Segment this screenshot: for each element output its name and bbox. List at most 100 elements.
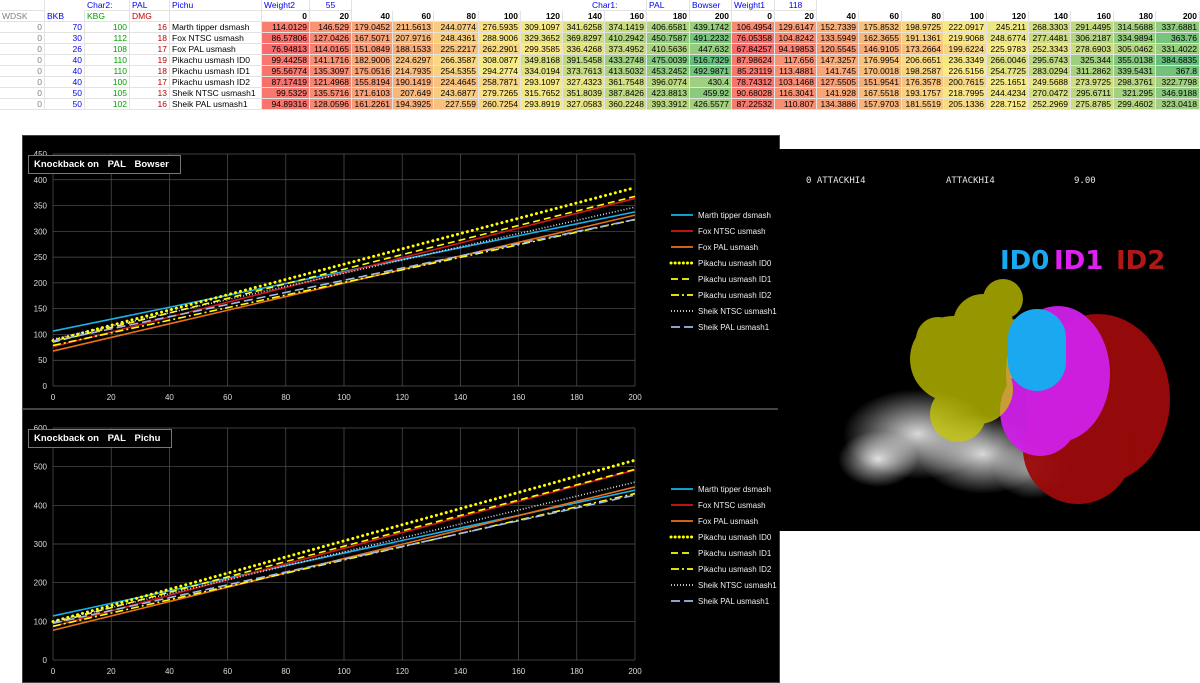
cell-pichu-kb[interactable]: 94.89316 (262, 99, 310, 110)
cell-pichu-kb[interactable]: 308.0877 (479, 55, 521, 66)
cell-pichu-kb[interactable]: 276.5935 (479, 22, 521, 33)
cell-move-name[interactable]: Pikachu usmash ID2 (170, 77, 262, 88)
header-bowser-percent[interactable]: 40 (817, 11, 859, 22)
cell-pichu-kb[interactable]: 244.0774 (434, 22, 479, 33)
cell-bowser-kb[interactable]: 157.9703 (859, 99, 902, 110)
cell-bowser-kb[interactable]: 367.8 (1156, 66, 1200, 77)
cell-pichu-kb[interactable]: 315.7652 (521, 88, 563, 99)
cell-bowser-kb[interactable]: 275.8785 (1071, 99, 1114, 110)
cell-pichu-kb[interactable]: 329.3652 (521, 33, 563, 44)
cell-bowser-kb[interactable]: 270.0472 (1029, 88, 1071, 99)
cell-pichu-kb[interactable]: 262.2901 (479, 44, 521, 55)
cell-bowser-kb[interactable]: 322.7798 (1156, 77, 1200, 88)
cell-bowser-kb[interactable]: 151.9541 (859, 77, 902, 88)
cell-pichu-kb[interactable]: 175.0516 (352, 66, 393, 77)
header-kbg[interactable]: KBG (85, 11, 130, 22)
cell-pichu-kb[interactable]: 224.6297 (393, 55, 434, 66)
cell-pichu-kb[interactable]: 127.0426 (310, 33, 352, 44)
header-bowser-percent[interactable]: 180 (1114, 11, 1156, 22)
cell-pichu-kb[interactable]: 361.7548 (605, 77, 647, 88)
cell-pichu-kb[interactable]: 341.6258 (563, 22, 605, 33)
cell-pichu-kb[interactable]: 114.0165 (310, 44, 352, 55)
header-bowser-percent[interactable]: 120 (987, 11, 1029, 22)
cell-dmg[interactable]: 19 (130, 55, 170, 66)
cell-bowser-kb[interactable]: 67.84257 (732, 44, 775, 55)
cell-bowser-kb[interactable]: 141.745 (817, 66, 859, 77)
cell-bowser-kb[interactable]: 339.5431 (1114, 66, 1156, 77)
cell-bowser-kb[interactable]: 129.6147 (775, 22, 817, 33)
cell-pichu-kb[interactable]: 373.7613 (563, 66, 605, 77)
cell-pichu-kb[interactable]: 387.8426 (605, 88, 647, 99)
cell-dmg[interactable]: 16 (130, 99, 170, 110)
cell-pichu-kb[interactable]: 327.4323 (563, 77, 605, 88)
label-char1[interactable]: Char1: (590, 0, 647, 11)
cell-bowser-kb[interactable]: 249.5688 (1029, 77, 1071, 88)
cell-bowser-kb[interactable]: 252.3343 (1029, 44, 1071, 55)
cell-bowser-kb[interactable]: 90.68028 (732, 88, 775, 99)
cell-move-name[interactable]: Pikachu usmash ID1 (170, 66, 262, 77)
cell-pichu-kb[interactable]: 260.7254 (479, 99, 521, 110)
cell-pichu-kb[interactable]: 334.0194 (521, 66, 563, 77)
cell-pichu-kb[interactable]: 349.8168 (521, 55, 563, 66)
cell-pichu-kb[interactable]: 309.1097 (521, 22, 563, 33)
cell-bowser-kb[interactable]: 181.5519 (902, 99, 944, 110)
cell-bowser-kb[interactable]: 170.0018 (859, 66, 902, 77)
header-bowser-percent[interactable]: 0 (732, 11, 775, 22)
value-char1-region[interactable]: PAL (647, 0, 690, 11)
cell-pichu-kb[interactable]: 426.5577 (690, 99, 732, 110)
cell-pichu-kb[interactable]: 406.6581 (647, 22, 690, 33)
cell-pichu-kb[interactable]: 391.5458 (563, 55, 605, 66)
cell-pichu-kb[interactable]: 211.5613 (393, 22, 434, 33)
label-weight2[interactable]: Weight2 (262, 0, 310, 11)
cell-bowser-kb[interactable]: 225.1651 (987, 77, 1029, 88)
header-pichu-percent[interactable]: 20 (310, 11, 352, 22)
cell-bowser-kb[interactable]: 355.0138 (1114, 55, 1156, 66)
cell-pichu-kb[interactable]: 87.17419 (262, 77, 310, 88)
cell-bkb[interactable]: 30 (45, 33, 85, 44)
cell-bowser-kb[interactable]: 266.0046 (987, 55, 1029, 66)
cell-bowser-kb[interactable]: 191.1361 (902, 33, 944, 44)
cell-bkb[interactable]: 70 (45, 22, 85, 33)
cell-move-name[interactable]: Fox PAL usmash (170, 44, 262, 55)
cell-bowser-kb[interactable]: 278.6903 (1071, 44, 1114, 55)
cell-bowser-kb[interactable]: 306.2187 (1071, 33, 1114, 44)
cell-bkb[interactable]: 40 (45, 55, 85, 66)
cell-bowser-kb[interactable]: 277.4481 (1029, 33, 1071, 44)
cell-pichu-kb[interactable]: 188.1533 (393, 44, 434, 55)
header-bowser-percent[interactable]: 100 (944, 11, 987, 22)
cell-pichu-kb[interactable]: 99.44258 (262, 55, 310, 66)
cell-bkb[interactable]: 40 (45, 77, 85, 88)
label-weight1[interactable]: Weight1 (732, 0, 775, 11)
cell-bowser-kb[interactable]: 363.76 (1156, 33, 1200, 44)
cell-wdsk[interactable]: 0 (0, 33, 45, 44)
cell-bowser-kb[interactable]: 346.9188 (1156, 88, 1200, 99)
cell-bowser-kb[interactable]: 134.3886 (817, 99, 859, 110)
cell-blank[interactable] (0, 0, 45, 11)
cell-pichu-kb[interactable]: 135.5716 (310, 88, 352, 99)
header-bowser-percent[interactable]: 160 (1071, 11, 1114, 22)
cell-wdsk[interactable]: 0 (0, 44, 45, 55)
header-move[interactable] (170, 11, 262, 22)
value-char2-name[interactable]: Pichu (170, 0, 262, 11)
cell-pichu-kb[interactable]: 128.0596 (310, 99, 352, 110)
cell-kbg[interactable]: 112 (85, 33, 130, 44)
cell-pichu-kb[interactable]: 373.4952 (605, 44, 647, 55)
cell-bowser-kb[interactable]: 219.9068 (944, 33, 987, 44)
cell-pichu-kb[interactable]: 293.8919 (521, 99, 563, 110)
cell-pichu-kb[interactable]: 248.4361 (434, 33, 479, 44)
cell-bowser-kb[interactable]: 117.656 (775, 55, 817, 66)
cell-pichu-kb[interactable]: 266.3587 (434, 55, 479, 66)
cell-bowser-kb[interactable]: 198.9725 (902, 22, 944, 33)
cell-pichu-kb[interactable]: 410.2942 (605, 33, 647, 44)
cell-pichu-kb[interactable]: 258.7871 (479, 77, 521, 88)
cell-pichu-kb[interactable]: 155.8194 (352, 77, 393, 88)
header-bowser-percent[interactable]: 80 (902, 11, 944, 22)
cell-bowser-kb[interactable]: 314.5688 (1114, 22, 1156, 33)
cell-pichu-kb[interactable]: 439.1742 (690, 22, 732, 33)
cell-kbg[interactable]: 108 (85, 44, 130, 55)
cell-bowser-kb[interactable]: 299.4602 (1114, 99, 1156, 110)
cell-bowser-kb[interactable]: 305.0462 (1114, 44, 1156, 55)
cell-pichu-kb[interactable]: 288.9006 (479, 33, 521, 44)
cell-bkb[interactable]: 50 (45, 99, 85, 110)
cell-bowser-kb[interactable]: 175.8532 (859, 22, 902, 33)
